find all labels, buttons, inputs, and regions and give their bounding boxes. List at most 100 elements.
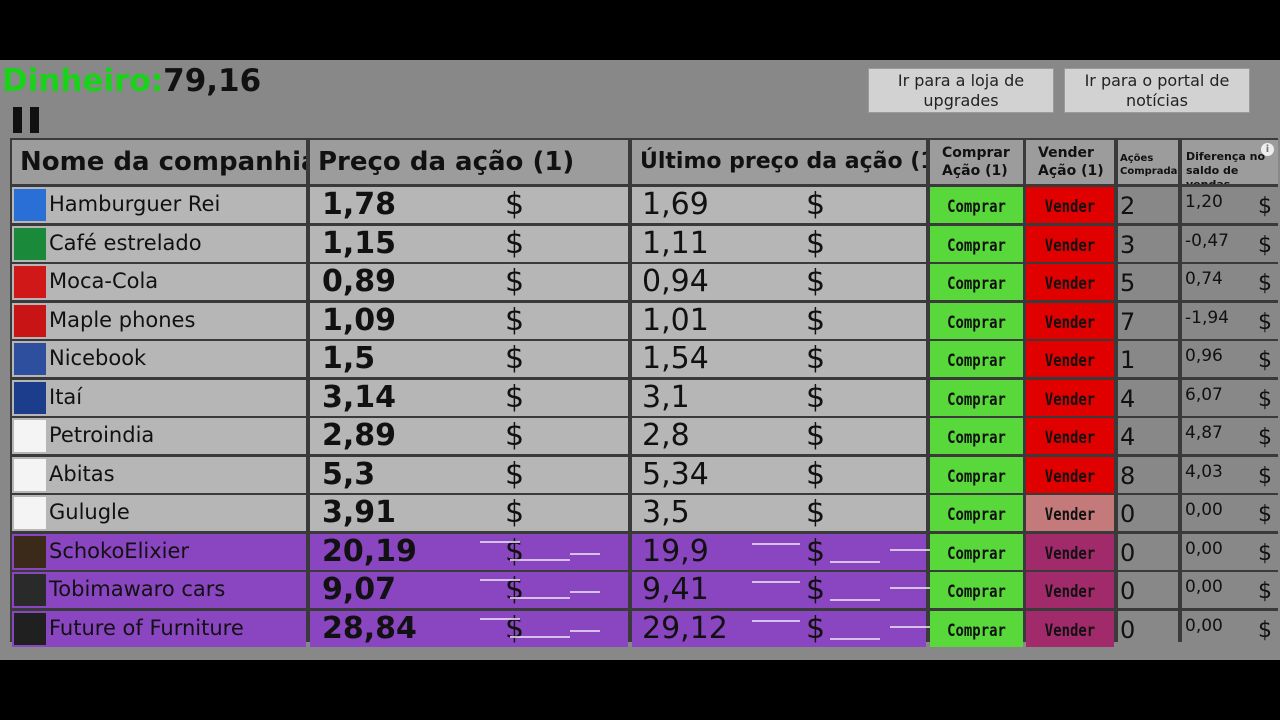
buy-button[interactable]: Comprar [930,533,1023,570]
glitch-streak [890,587,930,589]
company-cell: SchokoElixier [12,533,306,570]
sell-button[interactable]: Vender [1026,187,1114,223]
sell-button[interactable]: Vender [1026,610,1114,647]
bought-count: 4 [1120,384,1136,413]
last-price-cell: 19,9 $ [632,533,926,570]
currency-symbol: $ [1258,348,1272,373]
stock-price: 1,78 [322,187,397,222]
header-price: Preço da ação (1) [310,140,628,184]
currency-symbol: $ [806,302,826,338]
currency-symbol: $ [806,187,826,222]
sales-diff: 0,00 [1185,500,1223,520]
glitch-streak [830,599,880,601]
stock-price: 3,91 [322,495,397,530]
buy-button[interactable]: Comprar [930,610,1023,647]
gulugle-logo-icon [14,497,46,529]
bought-cell: 1 [1118,341,1178,377]
company-cell: Itaí [12,379,306,416]
currency-symbol: $ [505,572,525,607]
sales-diff: 1,20 [1185,192,1223,212]
glitch-streak [570,552,600,555]
currency-symbol: $ [505,610,525,646]
bought-cell: 0 [1118,533,1178,570]
glitch-streak [890,625,930,628]
sell-button[interactable]: Vender [1026,572,1114,608]
sell-button[interactable]: Vender [1026,225,1114,262]
last-price-cell: 9,41 $ [632,572,926,608]
bought-count: 0 [1120,577,1136,605]
buy-button[interactable]: Comprar [930,341,1023,377]
table-row: Petroindia 2,89 $2,8 $ Comprar Vender 4 4,87 $ [10,417,1278,456]
last-stock-price: 1,01 [642,302,709,338]
price-cell: 2,89 $ [310,418,628,454]
pause-icon[interactable] [13,107,39,133]
buy-button[interactable]: Comprar [930,418,1023,454]
currency-symbol: $ [505,225,525,261]
price-cell: 9,07 $ [310,572,628,608]
last-stock-price: 5,34 [642,456,709,492]
buy-label: Comprar [947,428,1006,448]
last-price-cell: 2,8 $ [632,418,926,454]
sell-label: Vender [1044,543,1096,564]
buy-button[interactable]: Comprar [930,495,1023,531]
furniture-logo-icon [14,612,46,645]
sell-button[interactable]: Vender [1026,495,1114,531]
stock-price: 1,15 [322,225,397,261]
sell-button[interactable]: Vender [1026,418,1114,454]
sell-button[interactable]: Vender [1026,302,1114,339]
buy-label: Comprar [947,582,1006,602]
company-name: Abitas [49,461,115,486]
currency-symbol: $ [505,418,525,453]
sell-button[interactable]: Vender [1026,341,1114,377]
money-display: Dinheiro:79,16 [2,62,261,100]
info-icon[interactable]: i [1261,143,1274,156]
diff-cell: 4,03 $ [1182,456,1278,493]
sales-diff: 4,03 [1185,461,1223,482]
table-row: Café estrelado 1,15 $1,11 $ Comprar Vender 3 -0… [10,225,1278,264]
money-value: 79,16 [163,63,262,99]
sell-button[interactable]: Vender [1026,379,1114,416]
header-sell: Vender Ação (1) [1026,140,1114,184]
buy-button[interactable]: Comprar [930,572,1023,608]
bought-cell: 4 [1118,418,1178,454]
last-stock-price: 19,9 [642,533,709,569]
currency-symbol: $ [1258,194,1272,219]
coffee-logo-icon [14,227,46,260]
sell-button[interactable]: Vender [1026,264,1114,300]
sell-button[interactable]: Vender [1026,533,1114,570]
glitch-streak [480,540,520,543]
glitch-streak [480,579,520,581]
currency-symbol: $ [806,533,826,569]
price-cell: 20,19 $ [310,533,628,570]
buy-button[interactable]: Comprar [930,225,1023,262]
sell-label: Vender [1044,274,1096,294]
price-cell: 1,09 $ [310,302,628,339]
glitch-streak [830,637,880,640]
table-row: Maple phones 1,09 $1,01 $ Comprar Vender 7 -1,9… [10,302,1278,341]
stock-price: 28,84 [322,610,417,646]
buy-button[interactable]: Comprar [930,187,1023,223]
bought-count: 1 [1120,346,1136,374]
upgrades-store-button[interactable]: Ir para a loja de upgrades [868,68,1054,113]
company-cell: Maple phones [12,302,306,339]
glitch-streak [890,548,930,551]
bought-cell: 8 [1118,456,1178,493]
buy-button[interactable]: Comprar [930,302,1023,339]
buy-label: Comprar [947,235,1006,256]
buy-button[interactable]: Comprar [930,264,1023,300]
news-portal-button[interactable]: Ir para o portal de notícias [1064,68,1250,113]
currency-symbol: $ [806,379,826,415]
table-row: Nicebook 1,5 $1,54 $ Comprar Vender 1 0,96 $ [10,340,1278,379]
buy-button[interactable]: Comprar [930,379,1023,416]
buy-label: Comprar [947,505,1006,525]
sell-button[interactable]: Vender [1026,456,1114,493]
currency-symbol: $ [505,302,525,338]
last-stock-price: 9,41 [642,572,709,607]
currency-symbol: $ [505,264,525,299]
company-cell: Moca-Cola [12,264,306,300]
glitch-streak [510,597,570,599]
burger-logo-icon [14,189,46,221]
bought-count: 4 [1120,423,1136,451]
buy-button[interactable]: Comprar [930,456,1023,493]
currency-symbol: $ [1258,309,1272,335]
